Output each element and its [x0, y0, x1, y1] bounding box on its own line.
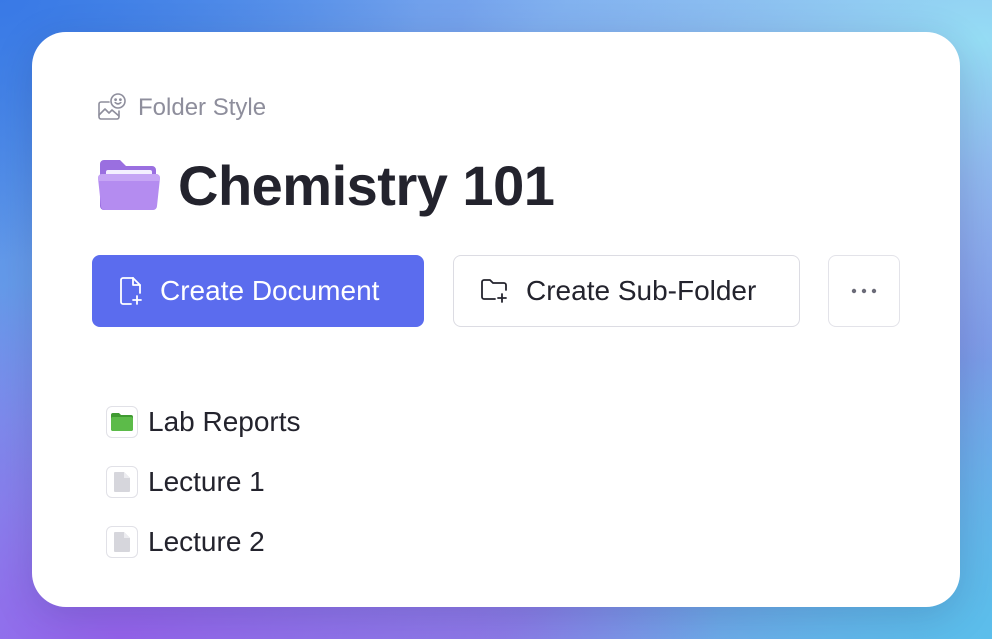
list-item-label: Lecture 1: [148, 466, 265, 497]
image-smile-icon: [98, 93, 126, 120]
create-document-label: Create Document: [160, 275, 380, 306]
more-options-button[interactable]: [828, 255, 900, 327]
folder-card: Folder Style Chemistry 101 Create Docume…: [32, 32, 960, 607]
item-icon-tile: [106, 526, 138, 558]
folder-style-control[interactable]: Folder Style: [96, 92, 266, 124]
list-item-lecture-1[interactable]: Lecture 1: [106, 452, 606, 512]
list-item-lab-reports[interactable]: Lab Reports: [106, 392, 606, 452]
document-icon: [114, 532, 130, 552]
item-icon-tile: [106, 466, 138, 498]
page-title: Chemistry 101: [178, 153, 555, 217]
more-horizontal-icon: [851, 288, 877, 294]
page-header: Chemistry 101: [96, 150, 555, 220]
folder-style-label: Folder Style: [138, 94, 267, 121]
folder-plus-icon: [481, 279, 507, 303]
purple-open-folder-icon: [98, 160, 160, 210]
folder-contents-list: Lab Reports Lecture 1 Lecture 2: [106, 392, 606, 572]
list-item-label: Lab Reports: [148, 406, 301, 437]
create-document-button[interactable]: Create Document: [92, 255, 424, 327]
file-plus-icon: [120, 277, 142, 305]
document-icon: [114, 472, 130, 492]
create-subfolder-label: Create Sub-Folder: [526, 275, 757, 306]
green-folder-icon: [111, 413, 133, 431]
list-item-lecture-2[interactable]: Lecture 2: [106, 512, 606, 572]
list-item-label: Lecture 2: [148, 526, 265, 557]
create-subfolder-button[interactable]: Create Sub-Folder: [453, 255, 800, 327]
item-icon-tile: [106, 406, 138, 438]
